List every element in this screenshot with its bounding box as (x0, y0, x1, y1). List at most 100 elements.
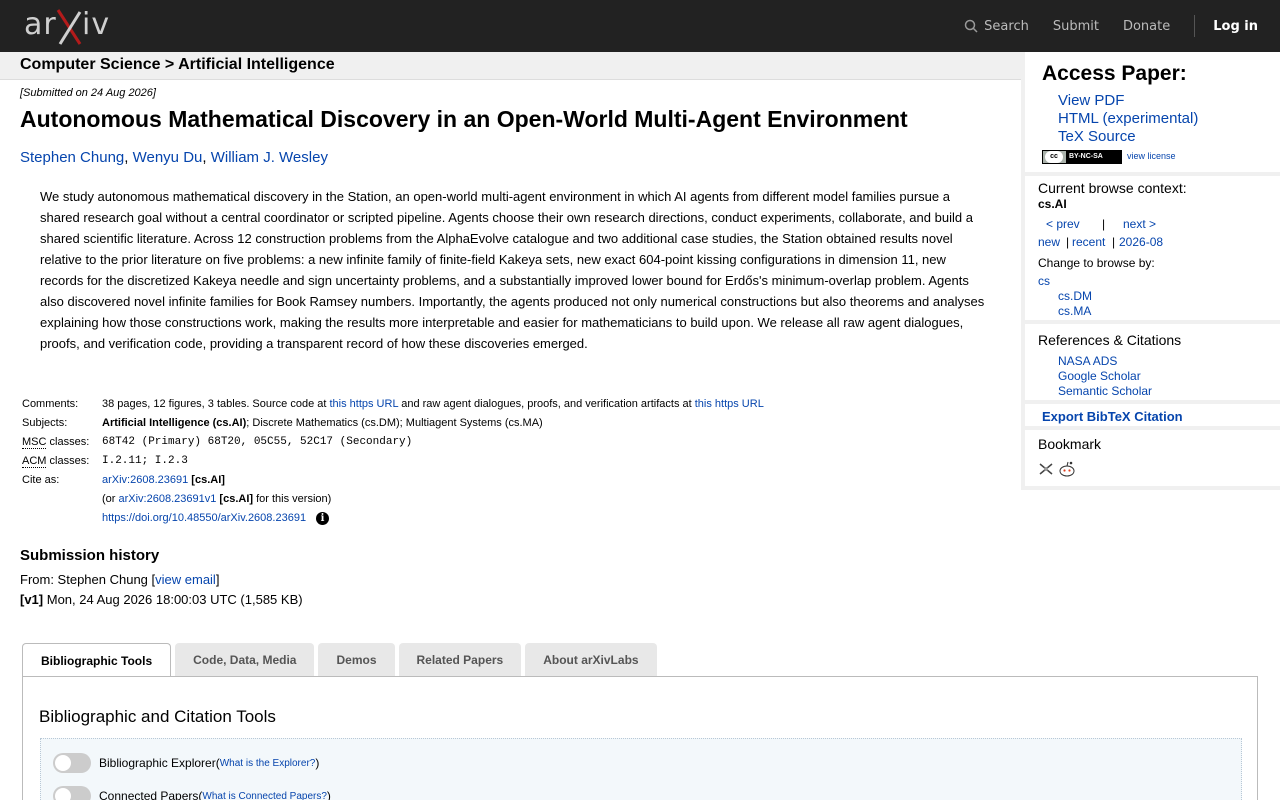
license-badge[interactable]: cc BY-NC-SA (1042, 150, 1122, 164)
acm-label: ACM classes: (20, 454, 100, 473)
artifacts-link[interactable]: this https URL (695, 398, 764, 410)
breadcrumb-bar: Computer Science > Artificial Intelligen… (0, 52, 1021, 80)
empty-cell (20, 492, 100, 511)
cite-category: [cs.AI] (216, 493, 254, 505)
submission-from: From: Stephen Chung [view email] (20, 572, 219, 587)
recent-link[interactable]: recent (1072, 235, 1105, 249)
comments-label: Comments: (22, 398, 79, 410)
msc-row: MSC classes: 68T42 (Primary) 68T20, 05C5… (20, 435, 766, 454)
connected-papers-row: Connected Papers (What is Connected Pape… (53, 786, 331, 800)
cite-label: Cite as: (22, 474, 60, 486)
new-link[interactable]: new (1038, 235, 1060, 249)
bibsonomy-icon[interactable] (1038, 461, 1054, 477)
search-icon (964, 19, 978, 33)
source-code-link[interactable]: this https URL (329, 398, 398, 410)
bibliographic-explorer-row: Bibliographic Explorer (What is the Expl… (53, 753, 319, 773)
view-pdf-link[interactable]: View PDF (1058, 92, 1124, 109)
references-title: References & Citations (1038, 332, 1182, 348)
browse-context-box: Current browse context: cs.AI < prev | n… (1025, 176, 1280, 320)
bookmark-box: Bookmark (1025, 430, 1280, 486)
export-box: Export BibTeX Citation (1025, 404, 1280, 426)
login-link[interactable]: Log in (1213, 19, 1258, 34)
author-list: Stephen Chung, Wenyu Du, William J. Wesl… (20, 149, 328, 166)
info-icon[interactable]: i (316, 512, 330, 525)
nav-pipe: | (1066, 235, 1070, 249)
reddit-icon[interactable] (1058, 460, 1076, 478)
month-link[interactable]: 2026-08 (1119, 235, 1163, 249)
export-bibtex-link[interactable]: Export BibTeX Citation (1042, 409, 1183, 424)
access-paper-box: Access Paper: View PDF HTML (experimenta… (1025, 52, 1280, 172)
nasa-ads-link[interactable]: NASA ADS (1058, 354, 1117, 368)
breadcrumb[interactable]: Computer Science > Artificial Intelligen… (20, 56, 335, 74)
arxiv-version-link[interactable]: arXiv:2608.23691v1 (119, 493, 217, 505)
author-link[interactable]: Stephen Chung (20, 149, 124, 166)
top-nav: Search Submit Donate Log in (964, 0, 1280, 52)
tex-source-link[interactable]: TeX Source (1058, 128, 1136, 145)
nav-pipe: | (1112, 235, 1116, 249)
comments-value: 38 pages, 12 figures, 3 tables. Source c… (100, 397, 766, 416)
tab-related-papers[interactable]: Related Papers (398, 643, 522, 676)
paper-title: Autonomous Mathematical Discovery in an … (20, 106, 908, 132)
author-separator: , (202, 149, 211, 166)
bibliographic-explorer-toggle[interactable] (53, 753, 91, 773)
author-separator: , (124, 149, 133, 166)
acm-value: I.2.11; I.2.3 (102, 455, 188, 467)
toggle-knob (55, 788, 71, 800)
msc-value: 68T42 (Primary) 68T20, 05C55, 52C17 (Sec… (102, 436, 413, 448)
acm-abbr: ACM (22, 455, 47, 468)
google-scholar-link[interactable]: Google Scholar (1058, 369, 1141, 383)
view-email-link[interactable]: view email (155, 572, 216, 587)
browse-cs-ma-link[interactable]: cs.MA (1058, 304, 1091, 318)
secondary-subjects: ; Discrete Mathematics (cs.DM); Multiage… (246, 417, 543, 429)
license-label: BY-NC-SA (1066, 151, 1121, 163)
comments-text: 38 pages, 12 figures, 3 tables. Source c… (102, 398, 330, 410)
right-sidebar: Access Paper: View PDF HTML (experimenta… (1021, 52, 1280, 490)
html-link[interactable]: HTML (experimental) (1058, 110, 1198, 127)
search-button[interactable]: Search (964, 19, 1029, 34)
msc-abbr: MSC (22, 436, 47, 449)
toggle-knob (55, 755, 71, 771)
tab-code-data-media[interactable]: Code, Data, Media (175, 643, 315, 676)
tab-about-arxivlabs[interactable]: About arXivLabs (525, 643, 657, 676)
subjects-row: Subjects: Artificial Intelligence (cs.AI… (20, 416, 766, 435)
browse-cs-dm-link[interactable]: cs.DM (1058, 289, 1092, 303)
tab-bibliographic-tools[interactable]: Bibliographic Tools (22, 643, 172, 677)
next-link[interactable]: next > (1123, 217, 1156, 231)
cite-or: (or (102, 493, 119, 505)
semantic-scholar-link[interactable]: Semantic Scholar (1058, 384, 1152, 398)
version-label[interactable]: [v1] (20, 592, 43, 607)
submit-link[interactable]: Submit (1053, 19, 1099, 34)
doi-link[interactable]: https://doi.org/10.48550/arXiv.2608.2369… (102, 512, 306, 524)
subjects-label: Subjects: (22, 417, 68, 429)
submission-history-title: Submission history (20, 547, 160, 564)
logo-text-right: iv (82, 7, 111, 42)
tab-demos[interactable]: Demos (318, 643, 395, 676)
from-text: From: Stephen Chung [ (20, 572, 156, 587)
arxiv-id-link[interactable]: arXiv:2608.23691 (102, 474, 188, 486)
acm-row: ACM classes: I.2.11; I.2.3 (20, 454, 766, 473)
change-browse-label: Change to browse by: (1038, 256, 1155, 270)
browse-cs-link[interactable]: cs (1038, 274, 1050, 288)
explorer-help-link[interactable]: What is the Explorer? (220, 758, 316, 769)
empty-cell (20, 511, 100, 530)
author-link[interactable]: Wenyu Du (133, 149, 203, 166)
comments-text: and raw agent dialogues, proofs, and ver… (398, 398, 695, 410)
cite-version-value: (or arXiv:2608.23691v1 [cs.AI] for this … (100, 492, 766, 511)
doi-row: https://doi.org/10.48550/arXiv.2608.2369… (20, 511, 766, 530)
version-entry: [v1] Mon, 24 Aug 2026 18:00:03 UTC (1,58… (20, 592, 303, 607)
cite-tail: for this version) (253, 493, 332, 505)
donate-link[interactable]: Donate (1123, 19, 1170, 34)
prev-link[interactable]: < prev (1046, 217, 1080, 231)
primary-subject: Artificial Intelligence (cs.AI) (102, 417, 247, 429)
search-label: Search (984, 18, 1029, 34)
nav-pipe: | (1102, 217, 1106, 231)
connected-papers-help-link[interactable]: What is Connected Papers? (202, 791, 327, 800)
author-link[interactable]: William J. Wesley (211, 149, 328, 166)
connected-papers-toggle[interactable] (53, 786, 91, 800)
access-paper-title: Access Paper: (1042, 62, 1187, 85)
view-license-link[interactable]: view license (1127, 151, 1176, 161)
toggle-label: Connected Papers (99, 789, 199, 800)
arxiv-logo[interactable]: ar iv (22, 6, 114, 46)
logo-x-icon (56, 9, 82, 45)
subjects-value: Artificial Intelligence (cs.AI); Discret… (100, 416, 766, 435)
